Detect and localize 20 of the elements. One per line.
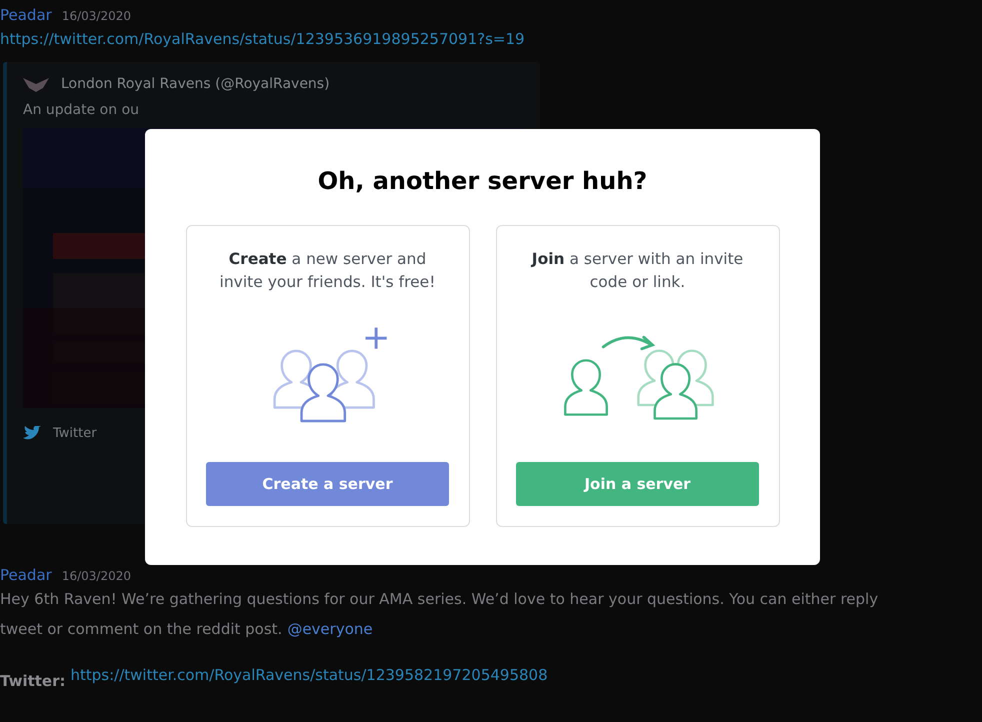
message-label: Twitter:	[0, 671, 66, 692]
timestamp: 16/03/2020	[62, 569, 131, 583]
username[interactable]: Peadar	[0, 566, 52, 584]
mention[interactable]: @everyone	[287, 614, 373, 644]
embed-footer: Twitter	[53, 426, 97, 441]
embed-author[interactable]: London Royal Ravens (@RoyalRavens)	[61, 76, 330, 92]
bird-logo-icon	[23, 76, 49, 92]
link[interactable]: https://twitter.com/RoyalRavens/status/1239582197205495808	[70, 666, 548, 696]
create-button[interactable]: Create a server	[206, 462, 449, 506]
modal-title: Oh, another server huh?	[318, 167, 648, 195]
bird-icon	[23, 426, 41, 441]
timestamp: 16/03/2020	[62, 9, 131, 23]
username[interactable]: Peadar	[0, 6, 52, 24]
message-text: Hey 6th Raven! We’re gathering questions for our AMA series. We’d love to hear your questions. You can either reply	[0, 589, 880, 610]
embed-description: An update on ou	[23, 102, 140, 118]
message-text: tweet or comment on the reddit post.	[0, 619, 282, 640]
option-description: Create a new server and invite your friends. It's free!	[218, 249, 436, 293]
option-description: Join a server with an invite code or link.	[530, 249, 744, 293]
join-button[interactable]: Join a server	[516, 462, 759, 506]
link[interactable]: https://twitter.com/RoyalRavens/status/1239536919895257091?s=19	[0, 30, 982, 48]
